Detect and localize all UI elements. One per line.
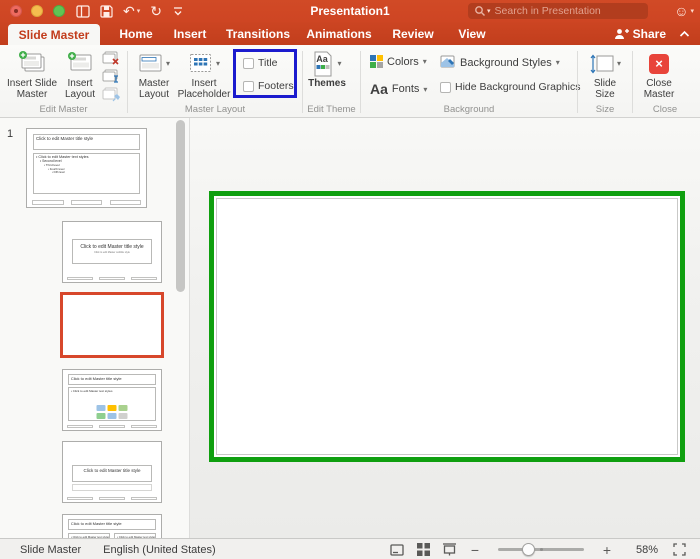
insert-placeholder-icon (188, 53, 214, 75)
slide-size-caret-icon: ▾ (616, 58, 621, 68)
thumbnail-selected-layout[interactable] (60, 292, 164, 358)
colors-icon (370, 55, 383, 68)
share-person-icon (614, 28, 629, 39)
status-language[interactable]: English (United States) (103, 544, 216, 556)
delete-slide-icon[interactable] (100, 50, 122, 66)
close-master-icon: × (649, 54, 669, 74)
undo-caret-icon[interactable]: ▾ (137, 7, 141, 15)
themes-caret-icon: ▾ (337, 58, 342, 68)
background-styles-caret-icon: ▾ (555, 58, 560, 67)
hide-background-graphics-checkbox[interactable] (440, 81, 451, 93)
close-window-button[interactable] (10, 5, 22, 17)
ribbon: Insert Slide Master Insert Layout Edit M… (0, 45, 700, 118)
master-layout-button[interactable]: ▾ Master Layout (131, 49, 177, 100)
feedback-caret-icon[interactable]: ▾ (690, 7, 694, 15)
insert-placeholder-button[interactable]: ▾ Insert Placeholder (178, 49, 230, 100)
zoom-window-button[interactable] (53, 5, 65, 17)
background-styles-icon (440, 55, 456, 70)
collapse-ribbon-icon[interactable] (679, 22, 690, 45)
undo-button[interactable]: ↶ ▾ (123, 0, 140, 22)
tab-transitions[interactable]: Transitions (222, 22, 294, 45)
thumbnail-title-slide-layout[interactable]: Click to edit Master title style Click t… (62, 221, 162, 283)
thumbnail-title-and-content-layout[interactable]: Click to edit Master title style Click t… (62, 369, 162, 431)
fit-slide-to-window-icon[interactable] (666, 539, 692, 559)
slide-editing-area[interactable] (190, 118, 700, 538)
footers-checkbox[interactable] (243, 80, 254, 92)
group-label-edit-theme: Edit Theme (307, 104, 356, 115)
search-icon (475, 6, 485, 16)
slide-canvas[interactable] (216, 198, 678, 455)
group-label-size: Size (595, 104, 615, 115)
zoom-in-button[interactable]: + (594, 539, 620, 559)
share-button[interactable]: Share (614, 22, 666, 45)
thumbnail-scrollbar[interactable] (176, 120, 185, 292)
search-input[interactable] (494, 5, 642, 17)
preserve-master-icon[interactable] (100, 86, 122, 102)
group-label-master-layout: Master Layout (184, 104, 246, 115)
group-label-edit-master: Edit Master (39, 104, 88, 115)
thumbnail-two-content-layout[interactable]: Click to edit Master title style Click t… (62, 514, 162, 538)
group-label-background: Background (443, 104, 495, 115)
svg-text:Aa: Aa (317, 54, 329, 64)
ribbon-tabs: Slide Master Home Insert Transitions Ani… (0, 22, 700, 45)
title-checkbox-row[interactable]: Title (243, 57, 277, 69)
toolbar-more-icon[interactable] (172, 0, 184, 22)
powerpoint-window: ↶ ▾ ↻ Presentation1 ▾ ☺ ▾ Slide Master H… (0, 0, 700, 559)
group-label-close: Close (652, 104, 678, 115)
feedback-smiley-icon[interactable]: ☺ (674, 3, 688, 19)
title-checkbox[interactable] (243, 57, 254, 69)
tab-insert[interactable]: Insert (166, 22, 214, 45)
zoom-percentage[interactable]: 58% (620, 544, 658, 556)
insert-layout-button[interactable]: Insert Layout (60, 49, 100, 100)
insert-placeholder-caret-icon: ▾ (215, 58, 220, 68)
slideshow-view-icon[interactable] (436, 539, 462, 559)
minimize-window-button[interactable] (31, 5, 43, 17)
quick-access-toolbar: ↶ ▾ ↻ (76, 0, 184, 22)
normal-view-icon[interactable] (384, 539, 410, 559)
status-bar: Slide Master English (United States) − +… (0, 538, 700, 559)
redo-button[interactable]: ↻ (150, 0, 162, 22)
content-placeholder-icons (96, 404, 128, 419)
insert-layout-icon (66, 49, 94, 79)
search-scope-caret-icon[interactable]: ▾ (487, 7, 491, 15)
hide-background-graphics-row[interactable]: Hide Background Graphics (440, 81, 580, 93)
zoom-slider[interactable] (498, 543, 584, 556)
slide-number: 1 (7, 128, 14, 140)
slide-sorter-view-icon[interactable] (410, 539, 436, 559)
master-layout-icon (138, 53, 164, 75)
status-view-label[interactable]: Slide Master (20, 544, 81, 556)
zoom-out-button[interactable]: − (462, 539, 488, 559)
rename-slide-icon[interactable] (100, 68, 122, 84)
slide-size-button[interactable]: ▾ Slide Size (582, 49, 628, 100)
new-slide-icon[interactable] (76, 0, 90, 22)
insert-slide-master-icon (17, 49, 47, 79)
insert-slide-master-button[interactable]: Insert Slide Master (4, 49, 60, 100)
tab-view[interactable]: View (452, 22, 492, 45)
thumbnail-section-header-layout[interactable]: Click to edit Master title style (62, 441, 162, 503)
tab-home[interactable]: Home (112, 22, 160, 45)
green-annotation-box (209, 191, 685, 462)
slide-size-icon (589, 53, 615, 75)
background-styles-button[interactable]: Background Styles ▾ (440, 55, 560, 70)
tab-animations[interactable]: Animations (302, 22, 376, 45)
close-master-button[interactable]: × Close Master (636, 49, 682, 100)
colors-button[interactable]: Colors ▾ (370, 55, 427, 68)
fonts-icon: Aa (370, 81, 388, 97)
search-box[interactable]: ▾ (468, 3, 648, 19)
title-bar: ↶ ▾ ↻ Presentation1 ▾ ☺ ▾ (0, 0, 700, 22)
zoom-slider-knob[interactable] (522, 543, 535, 556)
blue-annotation-box: Title Footers (233, 49, 297, 98)
slide-thumbnail-panel: 1 Click to edit Master title style Click… (0, 118, 190, 538)
save-icon[interactable] (100, 0, 113, 22)
themes-icon: Aa (312, 51, 334, 77)
master-layout-caret-icon: ▾ (165, 58, 170, 68)
thumbnail-slide-master[interactable]: Click to edit Master title style Click t… (26, 128, 147, 208)
fonts-caret-icon: ▾ (423, 84, 428, 94)
footers-checkbox-row[interactable]: Footers (243, 80, 294, 92)
colors-caret-icon: ▾ (422, 57, 427, 66)
tab-review[interactable]: Review (388, 22, 438, 45)
themes-button[interactable]: Aa ▾ Themes (303, 49, 351, 90)
fonts-button[interactable]: Aa Fonts ▾ (370, 81, 427, 97)
tab-slide-master[interactable]: Slide Master (8, 24, 100, 45)
